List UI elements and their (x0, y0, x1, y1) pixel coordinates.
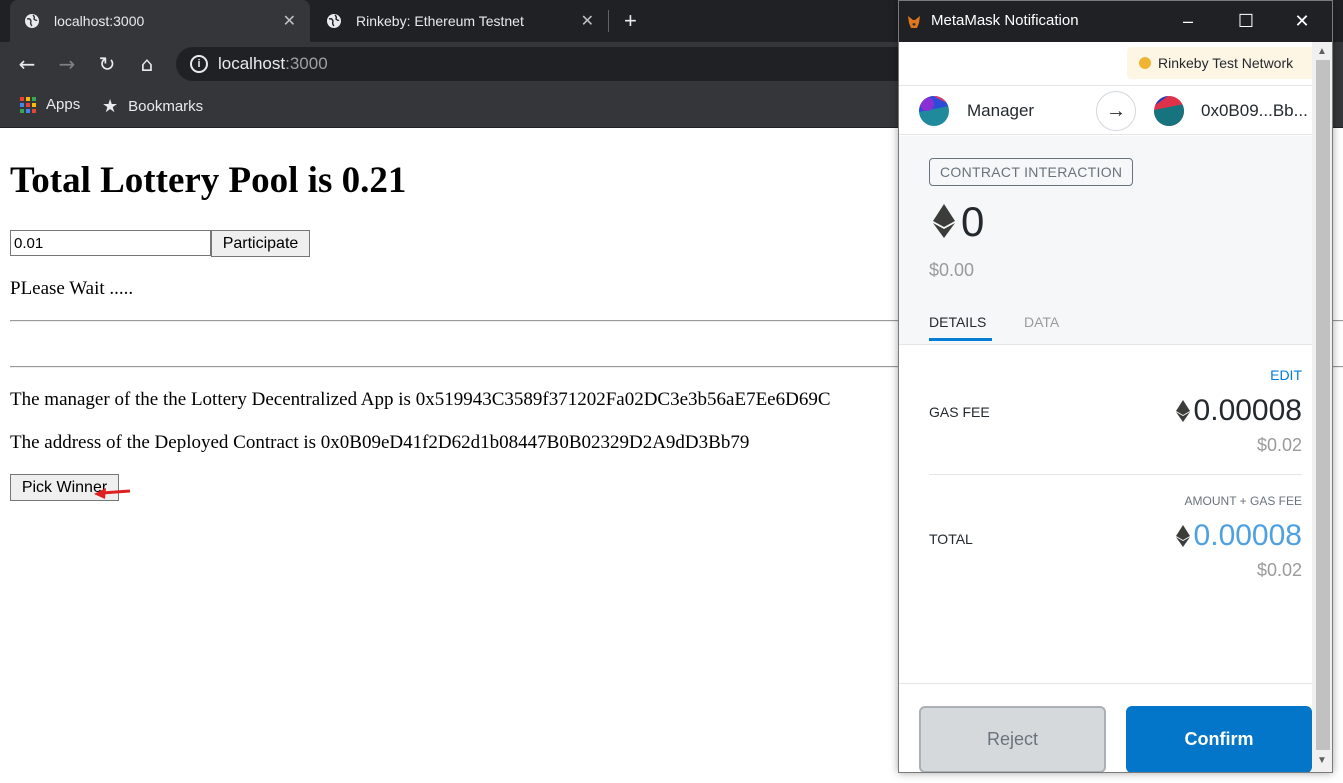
network-indicator[interactable]: Rinkeby Test Network (1127, 47, 1312, 79)
back-arrow-icon[interactable]: ← (14, 51, 40, 77)
total-amount: 0.00008 (1193, 519, 1302, 552)
scroll-down-icon[interactable]: ▼ (1317, 755, 1327, 766)
window-title: MetaMask Notification (931, 12, 1079, 29)
close-tab-icon[interactable]: ✕ (581, 11, 594, 31)
ethereum-icon (1175, 525, 1190, 547)
tab-rinkeby[interactable]: Rinkeby: Ethereum Testnet ✕ (312, 0, 608, 42)
gas-fee-label: GAS FEE (929, 404, 990, 420)
bookmark-label: Bookmarks (128, 98, 204, 115)
divider (929, 474, 1302, 475)
bookmark-bookmarks[interactable]: ★ Bookmarks (102, 96, 203, 117)
gas-fee-amount: 0.00008 (1193, 394, 1302, 427)
amount-input[interactable] (10, 230, 211, 256)
sender-recipient-row: Manager → 0x0B09...Bb... (899, 85, 1312, 135)
url-host: localhost (218, 54, 286, 73)
amount-plus-gas-label: AMOUNT + GAS FEE (1184, 494, 1302, 508)
close-tab-icon[interactable]: ✕ (283, 11, 296, 31)
minimize-icon[interactable]: – (1173, 9, 1203, 33)
recipient-avatar (1154, 96, 1184, 126)
reload-icon[interactable]: ↻ (94, 51, 120, 77)
scroll-up-icon[interactable]: ▲ (1317, 46, 1327, 57)
tab-localhost[interactable]: localhost:3000 ✕ (10, 0, 310, 42)
ethereum-icon (1175, 400, 1190, 422)
network-status-dot-icon (1139, 57, 1151, 69)
ethereum-icon (933, 204, 955, 238)
apps-grid-icon (20, 96, 36, 113)
confirm-button[interactable]: Confirm (1126, 706, 1312, 772)
scrollbar-thumb[interactable] (1316, 60, 1330, 750)
status-text: PLease Wait ..... (10, 278, 134, 299)
contract-address-text: The address of the Deployed Contract is … (10, 432, 750, 453)
url-text[interactable]: localhost:3000 (218, 54, 328, 74)
star-icon: ★ (102, 96, 119, 116)
site-info-icon[interactable]: i (190, 55, 208, 73)
address-bar[interactable]: i localhost:3000 (176, 47, 916, 81)
red-arrow-annotation-icon (94, 488, 131, 499)
tab-data[interactable]: DATA (1024, 314, 1059, 330)
total-value: 0.00008 (1175, 519, 1302, 553)
transaction-type-badge: CONTRACT INTERACTION (929, 158, 1134, 186)
edit-gas-link[interactable]: EDIT (1270, 367, 1302, 383)
transaction-amount: 0 (961, 198, 985, 245)
transaction-summary: CONTRACT INTERACTION 0 $0.00 DETAILS DAT… (899, 136, 1312, 345)
reject-button[interactable]: Reject (919, 706, 1106, 772)
sender-avatar (919, 96, 949, 126)
metamask-window: MetaMask Notification – ☐ ✕ Rinkeby Test… (898, 0, 1333, 773)
bookmark-label: Apps (46, 96, 81, 113)
close-window-icon[interactable]: ✕ (1287, 9, 1317, 33)
tab-title: Rinkeby: Ethereum Testnet (356, 13, 524, 29)
scrollbar[interactable]: ▲ ▼ (1312, 42, 1332, 772)
metamask-fox-icon (908, 16, 920, 28)
arrow-right-icon: → (1096, 91, 1136, 131)
network-name: Rinkeby Test Network (1158, 55, 1294, 71)
participate-button[interactable]: Participate (211, 230, 310, 257)
url-port: :3000 (285, 54, 328, 73)
metamask-titlebar: MetaMask Notification – ☐ ✕ (899, 1, 1332, 42)
bookmark-apps[interactable]: Apps (20, 96, 80, 113)
recipient-address: 0x0B09...Bb... (1201, 101, 1308, 120)
maximize-icon[interactable]: ☐ (1231, 9, 1261, 33)
forward-arrow-icon[interactable]: → (54, 51, 80, 77)
tab-title: localhost:3000 (54, 13, 145, 29)
home-icon[interactable]: ⌂ (134, 51, 160, 77)
sender-name: Manager (967, 101, 1035, 120)
total-label: TOTAL (929, 531, 973, 547)
gas-fee-value: 0.00008 (1175, 394, 1302, 428)
tab-details[interactable]: DETAILS (929, 314, 992, 341)
page-title: Total Lottery Pool is 0.21 (10, 160, 407, 201)
globe-icon (25, 14, 39, 28)
transaction-amount-fiat: $0.00 (929, 260, 975, 280)
new-tab-button[interactable]: + (624, 8, 637, 34)
metamask-body: Rinkeby Test Network Manager → 0x0B09...… (899, 42, 1312, 772)
manager-address-text: The manager of the the Lottery Decentral… (10, 389, 831, 410)
action-footer: Reject Confirm (899, 683, 1312, 772)
tab-separator (608, 10, 609, 32)
gas-fee-fiat: $0.02 (1256, 435, 1302, 455)
globe-icon (327, 14, 341, 28)
total-fiat: $0.02 (1256, 560, 1302, 580)
